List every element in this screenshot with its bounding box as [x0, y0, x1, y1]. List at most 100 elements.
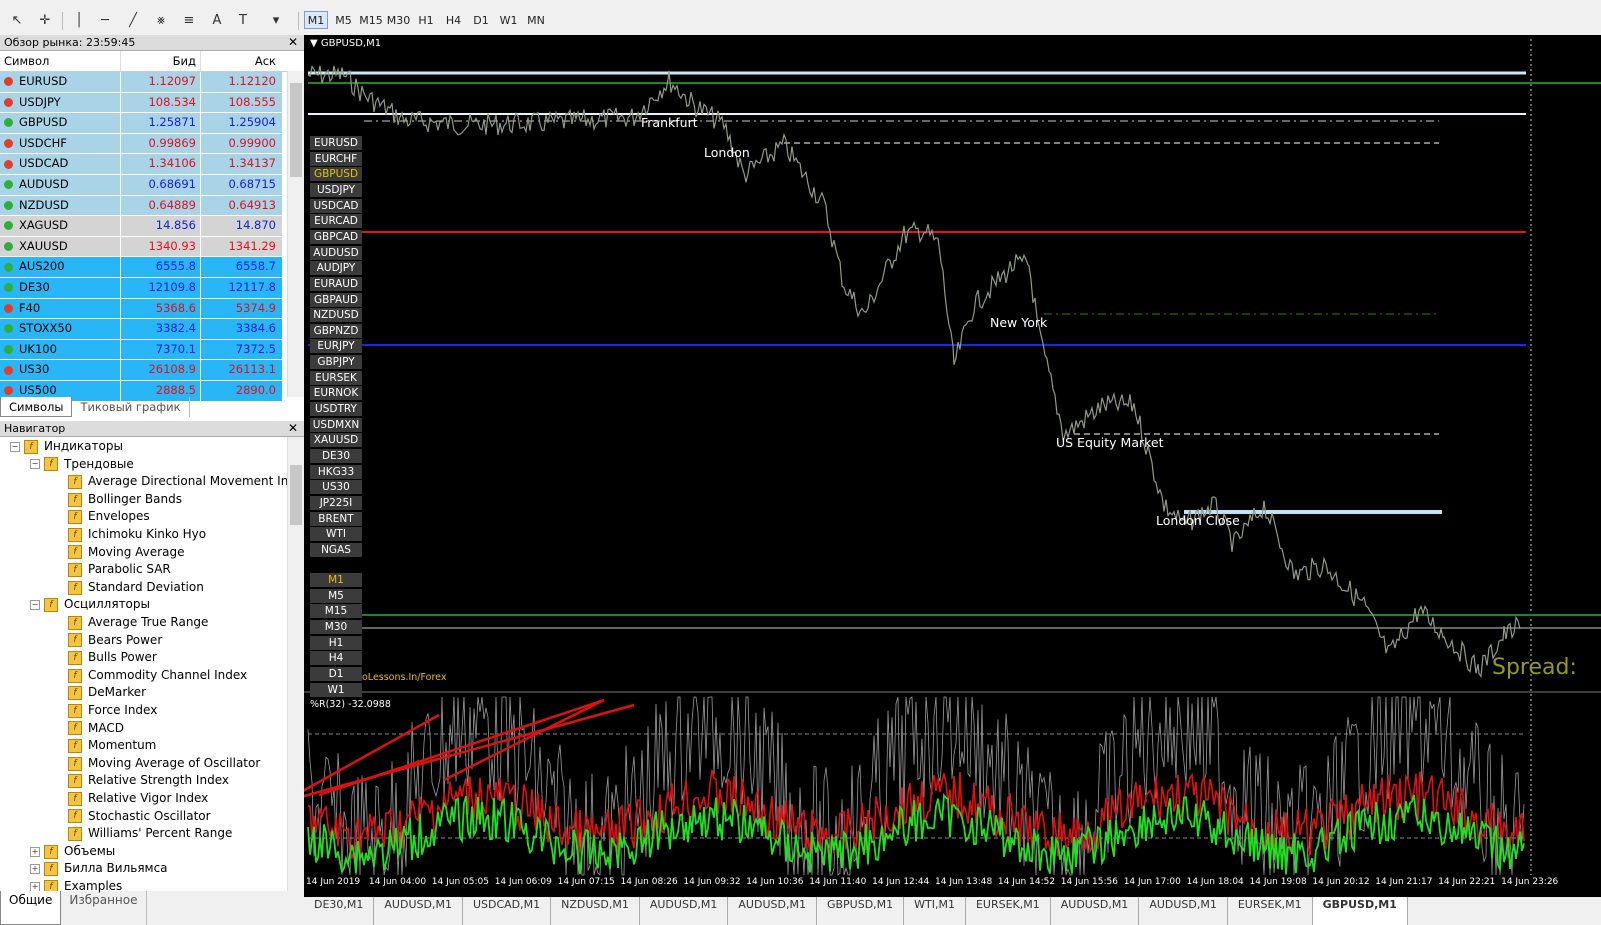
chart-symbol-button-usdmxn[interactable]: USDMXN	[310, 417, 362, 432]
chart-symbol-button-gbpusd[interactable]: GBPUSD	[310, 167, 362, 182]
chart-tab[interactable]: WTI,M1	[904, 897, 966, 925]
chart-symbol-button-nzdusd[interactable]: NZDUSD	[310, 308, 362, 323]
market-watch-scrollbar[interactable]	[287, 71, 304, 397]
chart-symbol-button-gbpcad[interactable]: GBPCAD	[310, 229, 362, 244]
navigator-root-indicators[interactable]: − f Индикаторы	[10, 438, 123, 456]
chart-symbol-button-gbpnzd[interactable]: GBPNZD	[310, 323, 362, 338]
navigator-indicator-item[interactable]: f Moving Average of Oscillator	[68, 755, 260, 773]
market-watch-row[interactable]: UK100 7370.1 7372.5	[0, 339, 282, 361]
navigator-indicator-item[interactable]: f Momentum	[68, 737, 156, 755]
chart-symbol-button-hkg33[interactable]: HKG33	[310, 464, 362, 479]
navigator-indicator-item[interactable]: f Relative Vigor Index	[68, 790, 208, 808]
navigator-indicator-item[interactable]: f Average Directional Movement Index	[68, 473, 310, 491]
market-watch-tab-0[interactable]: Символы	[0, 397, 73, 417]
expander-icon[interactable]: −	[30, 459, 40, 470]
navigator-indicator-item[interactable]: f Envelopes	[68, 508, 150, 526]
chart-symbol-button-eursek[interactable]: EURSEK	[310, 370, 362, 385]
navigator-indicator-item[interactable]: f Commodity Channel Index	[68, 667, 247, 685]
horizontal-line-icon[interactable]: ─	[96, 10, 114, 30]
market-watch-row[interactable]: DE30 12109.8 12117.8	[0, 277, 282, 299]
navigator-indicator-item[interactable]: f Average True Range	[68, 614, 208, 632]
toolbar-timeframe-w1[interactable]: W1	[497, 11, 521, 29]
toolbar-timeframe-m15[interactable]: M15	[359, 11, 383, 29]
market-watch-row[interactable]: XAGUSD 14.856 14.870	[0, 216, 282, 237]
market-watch-row[interactable]: EURUSD 1.12097 1.12120	[0, 72, 282, 93]
crosshair-icon[interactable]: ✛	[36, 10, 54, 30]
market-watch-row[interactable]: F40 5368.6 5374.9	[0, 298, 282, 320]
expander-icon[interactable]: +	[30, 846, 40, 857]
market-watch-row[interactable]: STOXX50 3382.4 3384.6	[0, 319, 282, 340]
market-watch-row[interactable]: XAUUSD 1340.93 1341.29	[0, 236, 282, 258]
chart-tab[interactable]: AUDUSD,M1	[1051, 897, 1140, 925]
market-watch-tab-1[interactable]: Тиковый график	[72, 397, 190, 417]
chart-tab[interactable]: AUDUSD,M1	[374, 897, 463, 925]
vertical-line-icon[interactable]: │	[72, 10, 86, 30]
chart-symbol-button-audusd[interactable]: AUDUSD	[310, 245, 362, 260]
chart-tab[interactable]: GBPUSD,M1	[817, 897, 905, 925]
chart-canvas[interactable]	[304, 35, 1601, 897]
chart-timeframe-button-m15[interactable]: M15	[310, 604, 362, 619]
chart-symbol-button-eurchf[interactable]: EURCHF	[310, 151, 362, 166]
chart-symbol-button-gbpaud[interactable]: GBPAUD	[310, 292, 362, 307]
chart-symbol-button-brent[interactable]: BRENT	[310, 511, 362, 526]
navigator-group-collapsed[interactable]: + f Объемы	[30, 843, 115, 861]
navigator-indicator-item[interactable]: f DeMarker	[68, 684, 146, 702]
navigator-indicator-item[interactable]: f Moving Average	[68, 544, 184, 562]
navigator-group-collapsed[interactable]: + f Билла Вильямса	[30, 860, 168, 878]
chart-timeframe-button-m1[interactable]: M1	[310, 573, 362, 587]
chart-timeframe-button-m5[interactable]: M5	[310, 588, 362, 603]
navigator-scrollbar[interactable]	[287, 437, 304, 891]
navigator-tab-0[interactable]: Общие	[0, 891, 62, 925]
column-header-bid[interactable]: Бид	[120, 51, 200, 71]
channel-icon[interactable]: ⨳	[152, 10, 170, 30]
scrollbar-thumb[interactable]	[290, 83, 302, 177]
text-tool-icon[interactable]: A	[208, 10, 226, 30]
market-watch-row[interactable]: USDJPY 108.534 108.555	[0, 92, 282, 114]
close-icon[interactable]: ✕	[288, 421, 298, 436]
chart-symbol-button-us30[interactable]: US30	[310, 480, 362, 495]
chart-symbol-button-usdtry[interactable]: USDTRY	[310, 402, 362, 417]
navigator-indicator-item[interactable]: f Bears Power	[68, 632, 162, 650]
chart-tab[interactable]: NZDUSD,M1	[551, 897, 640, 925]
toolbar-timeframe-m30[interactable]: M30	[387, 11, 411, 29]
chart-tab[interactable]: GBPUSD,M1	[1312, 897, 1408, 925]
navigator-indicator-item[interactable]: f Relative Strength Index	[68, 772, 229, 790]
navigator-indicator-item[interactable]: f Bulls Power	[68, 649, 157, 667]
chart-symbol-button-jp225i[interactable]: JP225I	[310, 495, 362, 510]
navigator-indicator-item[interactable]: f Williams' Percent Range	[68, 825, 232, 843]
toolbar-timeframe-m1[interactable]: M1	[304, 11, 328, 29]
chart-symbol-button-ngas[interactable]: NGAS	[310, 542, 362, 557]
chart-symbol-button-euraud[interactable]: EURAUD	[310, 276, 362, 291]
chart-tab[interactable]: AUDUSD,M1	[1139, 897, 1228, 925]
navigator-indicator-item[interactable]: f Force Index	[68, 702, 157, 720]
chart-tab[interactable]: USDCAD,M1	[463, 897, 552, 925]
expander-icon[interactable]: −	[10, 441, 20, 452]
chart-tab[interactable]: EURSEK,M1	[1228, 897, 1313, 925]
market-watch-row[interactable]: US30 26108.9 26113.1	[0, 360, 282, 381]
close-icon[interactable]: ✕	[288, 35, 298, 50]
shapes-dropdown-icon[interactable]: ▾	[262, 10, 290, 30]
column-header-symbol[interactable]: Символ	[0, 51, 120, 71]
column-header-ask[interactable]: Аск	[200, 51, 280, 71]
cursor-icon[interactable]: ↖	[8, 10, 26, 30]
navigator-indicator-item[interactable]: f Stochastic Oscillator	[68, 808, 211, 826]
navigator-indicator-item[interactable]: f Bollinger Bands	[68, 491, 182, 509]
chart-symbol-button-audjpy[interactable]: AUDJPY	[310, 261, 362, 276]
chart-symbol-button-usdcad[interactable]: USDCAD	[310, 198, 362, 213]
chart-symbol-button-usdjpy[interactable]: USDJPY	[310, 182, 362, 197]
chart-symbol-button-de30[interactable]: DE30	[310, 449, 362, 463]
chart-tab[interactable]: AUDUSD,M1	[728, 897, 817, 925]
navigator-tab-1[interactable]: Избранное	[61, 891, 147, 925]
label-tool-icon[interactable]: T	[234, 10, 252, 30]
chart-timeframe-button-h1[interactable]: H1	[310, 635, 362, 650]
chart-timeframe-button-h4[interactable]: H4	[310, 651, 362, 666]
chart-symbol-button-gbpjpy[interactable]: GBPJPY	[310, 355, 362, 370]
market-watch-row[interactable]: NZDUSD 0.64889 0.64913	[0, 195, 282, 217]
toolbar-timeframe-m5[interactable]: M5	[332, 11, 356, 29]
navigator-indicator-item[interactable]: f Standard Deviation	[68, 579, 204, 597]
chart-timeframe-button-w1[interactable]: W1	[310, 682, 362, 697]
market-watch-row[interactable]: AUS200 6555.8 6558.7	[0, 257, 282, 278]
market-watch-row[interactable]: AUDUSD 0.68691 0.68715	[0, 174, 282, 196]
market-watch-row[interactable]: USDCHF 0.99869 0.99900	[0, 133, 282, 155]
chart-symbol-button-eurcad[interactable]: EURCAD	[310, 214, 362, 229]
